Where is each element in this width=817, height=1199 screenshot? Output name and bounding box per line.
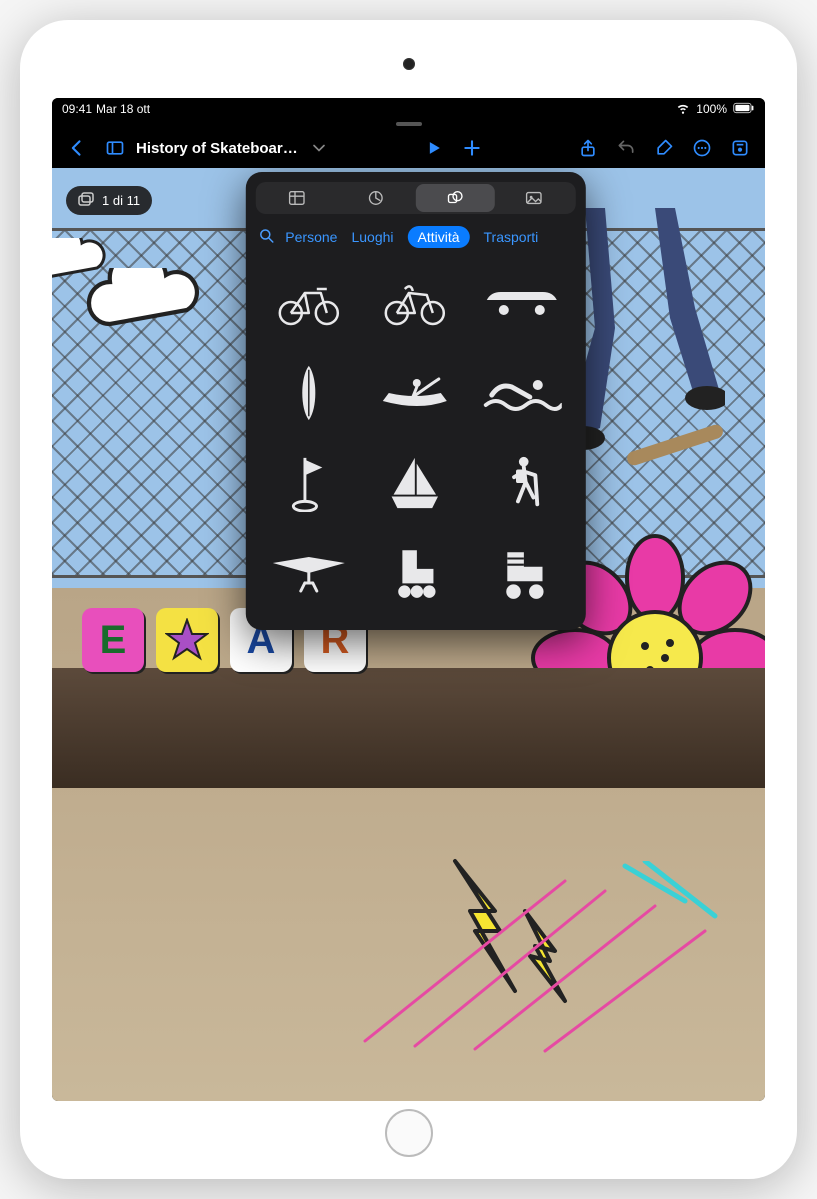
battery-label: 100% (696, 102, 727, 116)
skateboard-icon[interactable] (475, 264, 570, 342)
category-persone[interactable]: Persone (285, 229, 337, 245)
add-button[interactable] (455, 132, 489, 164)
slides-stack-icon (78, 192, 94, 209)
rollerskate-icon[interactable] (475, 534, 570, 612)
app-toolbar: History of Skateboar… (52, 128, 765, 168)
share-button[interactable] (571, 132, 605, 164)
slide-canvas[interactable]: E A R 1 di 11 (52, 168, 765, 1101)
speed-rays-icon (345, 861, 725, 1061)
home-button[interactable] (385, 1109, 433, 1157)
surfboard-icon[interactable] (261, 354, 356, 432)
sailboat-icon[interactable] (368, 444, 463, 522)
rollerblade-icon[interactable] (368, 534, 463, 612)
undo-button[interactable] (609, 132, 643, 164)
insert-type-segmented (255, 182, 575, 214)
document-title[interactable]: History of Skateboar… (136, 140, 298, 157)
inspector-button[interactable] (723, 132, 757, 164)
slide-counter[interactable]: 1 di 11 (66, 186, 152, 215)
rowing-icon[interactable] (368, 354, 463, 432)
multitask-indicator[interactable] (396, 122, 422, 126)
slide-counter-label: 1 di 11 (102, 193, 140, 208)
play-button[interactable] (417, 132, 451, 164)
status-time: 09:41 (62, 102, 92, 116)
bench-prop (52, 668, 765, 788)
bicycle-2-icon[interactable] (368, 264, 463, 342)
swimming-icon[interactable] (475, 354, 570, 432)
back-button[interactable] (60, 132, 94, 164)
shape-grid (245, 258, 585, 630)
front-camera (403, 58, 415, 70)
ipad-device-frame: 09:41 Mar 18 ott 100% History o (20, 20, 797, 1179)
hang-glider-icon[interactable] (261, 534, 356, 612)
letter-b (156, 608, 218, 672)
shapes-segment[interactable] (415, 184, 494, 212)
bicycle-1-icon[interactable] (261, 264, 356, 342)
status-date: Mar 18 ott (96, 102, 150, 116)
insert-popover: Persone Luoghi Attività Trasporti (245, 172, 585, 630)
cloud-doodle-icon (52, 238, 122, 288)
tables-segment[interactable] (257, 184, 336, 212)
media-segment[interactable] (494, 184, 573, 212)
format-brush-button[interactable] (647, 132, 681, 164)
golf-flag-icon[interactable] (261, 444, 356, 522)
wifi-icon (676, 101, 690, 118)
search-icon[interactable] (257, 227, 275, 248)
more-button[interactable] (685, 132, 719, 164)
sidebar-toggle-button[interactable] (98, 132, 132, 164)
category-attivita[interactable]: Attività (408, 226, 470, 248)
battery-icon (733, 102, 755, 117)
status-bar: 09:41 Mar 18 ott 100% (52, 98, 765, 120)
document-menu-chevron-icon[interactable] (302, 132, 336, 164)
hiker-icon[interactable] (475, 444, 570, 522)
charts-segment[interactable] (336, 184, 415, 212)
category-trasporti[interactable]: Trasporti (484, 229, 539, 245)
screen: 09:41 Mar 18 ott 100% History o (52, 98, 765, 1101)
category-luoghi[interactable]: Luoghi (351, 229, 393, 245)
shape-category-bar: Persone Luoghi Attività Trasporti (245, 218, 585, 258)
letter-e: E (82, 608, 144, 672)
